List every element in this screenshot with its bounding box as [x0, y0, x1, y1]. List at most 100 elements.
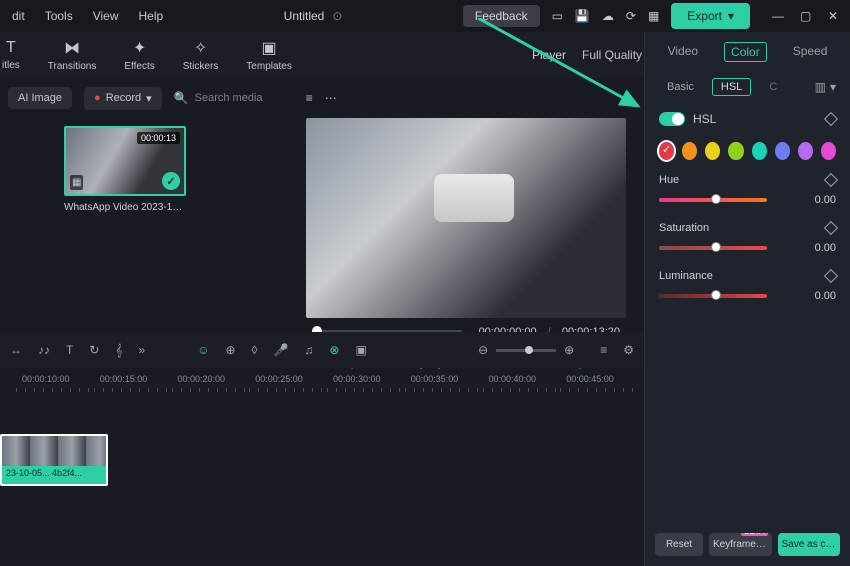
- hsl-keyframe-icon[interactable]: [824, 112, 838, 126]
- apps-icon[interactable]: ▦: [648, 9, 659, 23]
- tab-transitions[interactable]: ⧓Transitions: [48, 38, 97, 72]
- luminance-keyframe-icon[interactable]: [824, 269, 838, 283]
- zoom-out-icon[interactable]: ⊖: [478, 343, 488, 357]
- luminance-slider-label: Luminance: [659, 270, 713, 282]
- property-sidebar: Video Color Speed Basic HSL C ▥ ▾ HSL Hu…: [644, 32, 850, 566]
- saturation-keyframe-icon[interactable]: [824, 221, 838, 235]
- marker-icon[interactable]: ◊: [252, 343, 258, 357]
- menu-tools[interactable]: Tools: [45, 9, 73, 23]
- hsl-swatches: [645, 136, 850, 166]
- timeline-clip-label: 23-10-05... 4b2f4...: [2, 466, 106, 484]
- crop-tool-icon[interactable]: ▣: [355, 343, 366, 357]
- timeline-ruler[interactable]: 00:00:10:0000:00:15:0000:00:20:0000:00:2…: [0, 368, 644, 390]
- swatch-6[interactable]: [798, 142, 813, 160]
- close-button[interactable]: ✕: [828, 9, 842, 23]
- swatch-0[interactable]: [659, 142, 674, 160]
- transitions-icon: ⧓: [64, 38, 80, 58]
- magnet-snap-icon[interactable]: ⊗: [329, 343, 339, 357]
- subtitle-icon[interactable]: ⊕: [225, 343, 235, 357]
- more-tools-icon[interactable]: »: [139, 343, 146, 357]
- document-title: Untitled: [284, 9, 325, 23]
- clip-filmstrip: [2, 436, 106, 470]
- filter-icon[interactable]: ≡: [306, 91, 313, 105]
- export-button[interactable]: Export▾: [671, 3, 750, 29]
- music-note-icon[interactable]: ♫: [304, 343, 313, 357]
- titles-icon: T: [6, 39, 16, 57]
- clip-layout-icon: ▦: [70, 175, 83, 190]
- search-box: 🔍: [174, 91, 294, 105]
- subtab-hsl[interactable]: HSL: [712, 78, 751, 96]
- chevron-down-icon: ▾: [728, 9, 734, 23]
- luminance-value[interactable]: 0.00: [806, 290, 836, 302]
- compare-view-toggle[interactable]: ▥ ▾: [815, 80, 836, 94]
- tab-color[interactable]: Color: [724, 42, 767, 62]
- tab-video[interactable]: Video: [662, 42, 704, 62]
- hue-slider-label: Hue: [659, 174, 679, 186]
- subtab-curves[interactable]: C: [761, 79, 785, 95]
- swatch-7[interactable]: [821, 142, 836, 160]
- keyframe-panel-button[interactable]: Keyframe P...BETA: [709, 533, 772, 556]
- luminance-slider[interactable]: [659, 294, 767, 298]
- settings-gear-icon[interactable]: ⚙: [623, 343, 634, 357]
- zoom-in-icon[interactable]: ⊕: [564, 343, 574, 357]
- cloud-icon[interactable]: ☁: [602, 9, 614, 23]
- tab-titles[interactable]: Titles: [2, 39, 20, 71]
- saturation-slider[interactable]: [659, 246, 767, 250]
- save-icon[interactable]: 💾: [575, 9, 590, 23]
- more-icon[interactable]: ⋯: [325, 91, 337, 105]
- ruler-tick: 00:00:45:00: [566, 374, 644, 384]
- face-detect-icon[interactable]: ☺: [197, 343, 209, 357]
- audio-wave-icon[interactable]: ♪♪: [38, 343, 50, 357]
- beta-badge: BETA: [741, 533, 767, 536]
- chevron-down-icon: ▾: [830, 80, 836, 94]
- link-tool-icon[interactable]: 𝄞: [115, 343, 122, 358]
- swatch-2[interactable]: [705, 142, 720, 160]
- timeline-clip[interactable]: 23-10-05... 4b2f4...: [0, 434, 108, 486]
- search-input[interactable]: [195, 92, 275, 104]
- minimize-button[interactable]: —: [772, 9, 786, 23]
- timeline-track-area[interactable]: 23-10-05... 4b2f4...: [0, 434, 644, 494]
- record-button[interactable]: ●Record▾: [84, 87, 162, 110]
- feedback-button[interactable]: Feedback: [463, 5, 540, 27]
- refresh-icon[interactable]: ⟳: [626, 9, 636, 23]
- tab-templates[interactable]: ▣Templates: [246, 38, 292, 72]
- subtab-basic[interactable]: Basic: [659, 79, 702, 95]
- ruler-tick: 00:00:30:00: [333, 374, 411, 384]
- mic-icon[interactable]: 🎤: [273, 343, 288, 357]
- media-clip-thumb[interactable]: 00:00:13 ▦ ✓: [64, 126, 186, 196]
- swatch-5[interactable]: [775, 142, 790, 160]
- titlebar: dit Tools View Help Untitled ⊙ Feedback …: [0, 0, 850, 32]
- swatch-4[interactable]: [752, 142, 767, 160]
- record-dot-icon: ●: [94, 92, 101, 104]
- pointer-tool-icon[interactable]: ↔: [10, 343, 22, 357]
- tab-effects[interactable]: ✦Effects: [124, 38, 154, 72]
- hue-slider[interactable]: [659, 198, 767, 202]
- reset-button[interactable]: Reset: [655, 533, 703, 556]
- ruler-tick: 00:00:15:00: [100, 374, 178, 384]
- text-tool-icon[interactable]: T: [66, 343, 73, 357]
- monitor-icon[interactable]: ▭: [552, 9, 563, 23]
- ruler-tick: 00:00:35:00: [411, 374, 489, 384]
- tab-stickers[interactable]: ✧Stickers: [183, 38, 219, 72]
- effects-icon: ✦: [133, 38, 146, 58]
- zoom-slider[interactable]: [496, 349, 556, 352]
- tab-speed[interactable]: Speed: [787, 42, 834, 62]
- menu-help[interactable]: Help: [139, 9, 164, 23]
- hsl-label: HSL: [693, 112, 716, 126]
- swatch-3[interactable]: [728, 142, 743, 160]
- hue-keyframe-icon[interactable]: [824, 173, 838, 187]
- ai-image-button[interactable]: AI Image: [8, 87, 72, 109]
- hue-value[interactable]: 0.00: [806, 194, 836, 206]
- saturation-value[interactable]: 0.00: [806, 242, 836, 254]
- unsaved-indicator-icon: ⊙: [332, 9, 342, 23]
- menu-edit[interactable]: dit: [12, 9, 25, 23]
- refresh-tool-icon[interactable]: ↻: [89, 343, 99, 357]
- swatch-1[interactable]: [682, 142, 697, 160]
- save-preset-button[interactable]: Save as cu...: [778, 533, 841, 556]
- maximize-button[interactable]: ▢: [800, 9, 814, 23]
- hsl-toggle[interactable]: [659, 112, 685, 126]
- list-view-icon[interactable]: ≡: [600, 343, 607, 357]
- menu-view[interactable]: View: [93, 9, 119, 23]
- ruler-tick: 00:00:25:00: [255, 374, 333, 384]
- preview-canvas[interactable]: [306, 118, 626, 318]
